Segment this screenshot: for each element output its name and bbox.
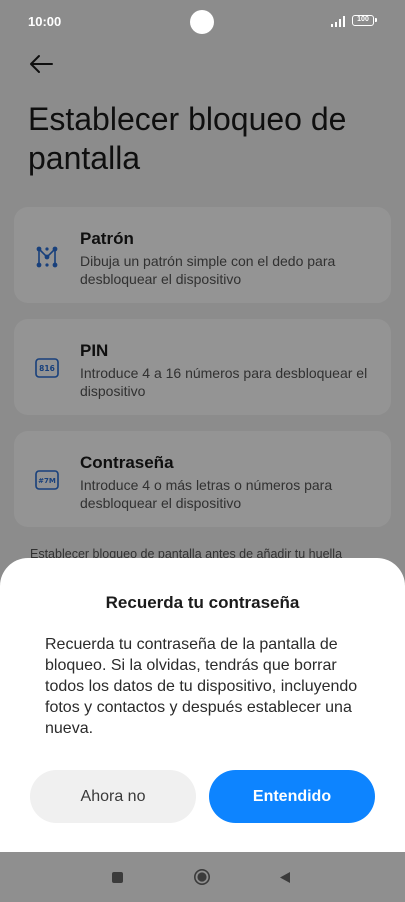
screen: Establecer bloqueo de pantalla Patrón Di…	[0, 0, 405, 902]
status-time: 10:00	[28, 14, 62, 29]
signal-icon	[331, 16, 345, 27]
dialog-message: Recuerda tu contraseña de la pantalla de…	[45, 636, 358, 737]
dialog-title: Recuerda tu contraseña	[105, 593, 300, 612]
camera-cutout	[190, 10, 214, 34]
remember-password-dialog: Recuerda tu contraseña Recuerda tu contr…	[0, 558, 405, 852]
not-now-button[interactable]: Ahora no	[30, 770, 196, 823]
understood-button[interactable]: Entendido	[209, 770, 375, 823]
status-bar: 10:00 100	[0, 0, 405, 44]
battery-icon: 100	[352, 15, 377, 26]
